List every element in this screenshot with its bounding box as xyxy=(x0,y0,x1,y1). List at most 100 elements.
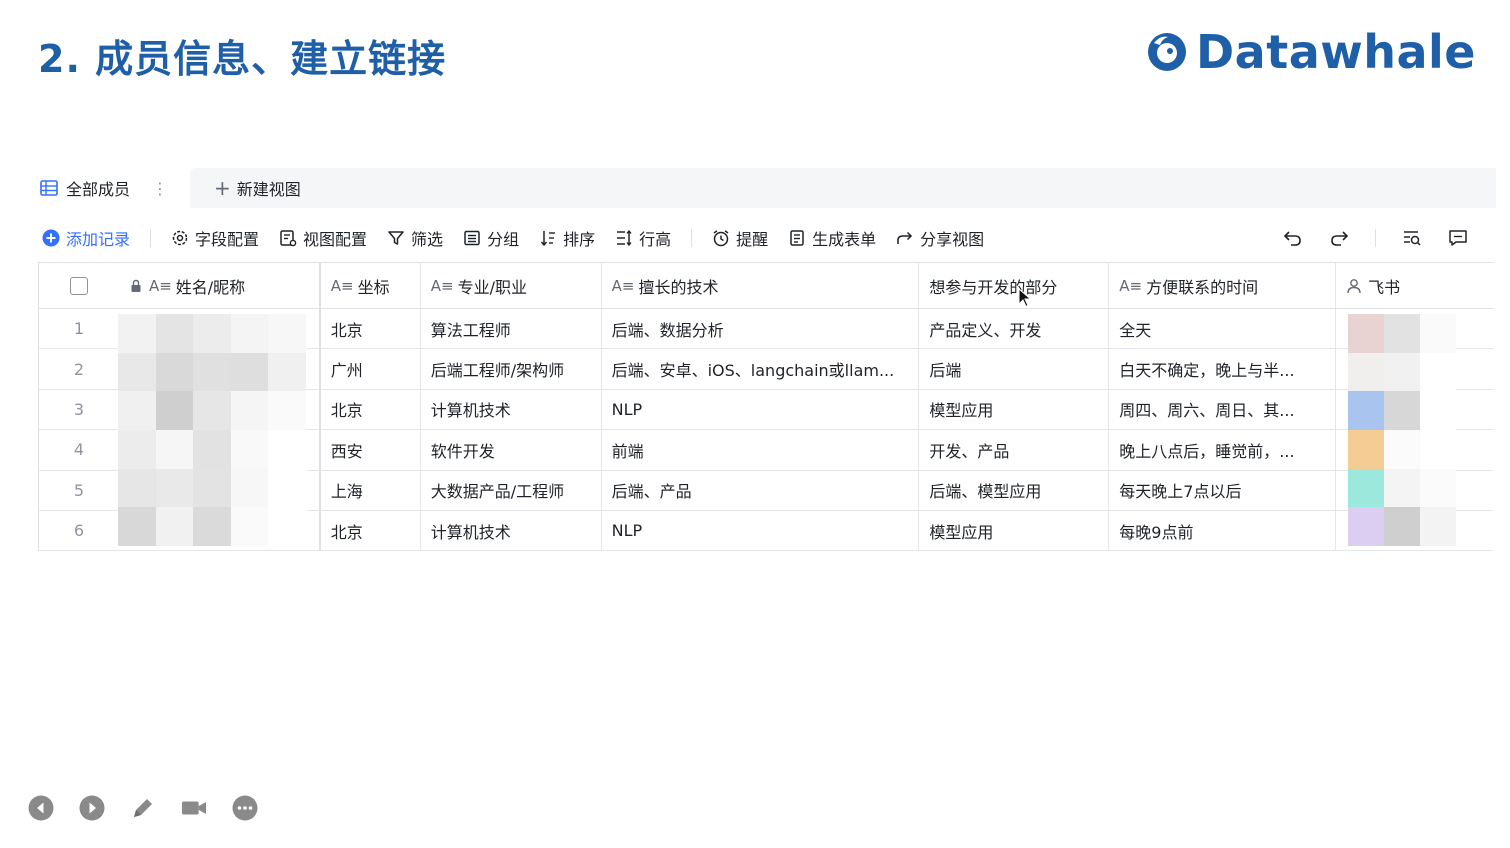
tech-cell[interactable]: 前端 xyxy=(602,430,920,470)
table-header-row: A≡ 姓名/昵称 A≡ 坐标 A≡ 专业/职业 A≡ 擅长的技术 想参与开发的部… xyxy=(39,263,1494,309)
camera-icon[interactable] xyxy=(181,795,207,821)
location-cell[interactable]: 北京 xyxy=(321,389,421,430)
add-circle-icon xyxy=(42,229,60,247)
time-cell[interactable]: 周四、周六、周日、其... xyxy=(1109,389,1337,430)
add-record-label: 添加记录 xyxy=(66,230,131,249)
new-view-button[interactable]: 新建视图 xyxy=(237,176,301,200)
toolbar: 添加记录 字段配置 视图配置 筛选 分组 排序 行高 提醒 生成表单 分享视图 xyxy=(36,222,1496,254)
view-strip: + 新建视图 xyxy=(190,168,1496,208)
share-view-label: 分享视图 xyxy=(920,230,985,249)
text-field-icon: A≡ xyxy=(1119,276,1143,295)
blurred-avatars-mosaic xyxy=(1348,314,1456,546)
column-header-part[interactable]: 想参与开发的部分 xyxy=(919,263,1110,308)
alarm-clock-icon xyxy=(713,230,729,247)
select-all-checkbox[interactable] xyxy=(69,276,88,295)
view-tab-label: 全部成员 xyxy=(66,180,131,199)
filter-label: 筛选 xyxy=(411,230,444,249)
column-header-location[interactable]: A≡ 坐标 xyxy=(321,263,421,308)
view-config-icon xyxy=(280,230,297,247)
gear-icon xyxy=(172,230,188,246)
column-header-name[interactable]: A≡ 姓名/昵称 xyxy=(119,263,321,308)
time-cell[interactable]: 每天晚上7点以后 xyxy=(1109,470,1337,510)
part-cell[interactable]: 模型应用 xyxy=(919,510,1110,551)
slide-title: 2. 成员信息、建立链接 xyxy=(38,37,447,81)
time-cell[interactable]: 晚上八点后，睡觉前，... xyxy=(1109,430,1337,470)
row-index: 4 xyxy=(73,440,85,460)
tech-cell[interactable]: 后端、产品 xyxy=(602,470,920,510)
part-cell[interactable]: 模型应用 xyxy=(919,389,1110,430)
time-cell[interactable]: 每晚9点前 xyxy=(1109,510,1337,551)
location-cell[interactable]: 上海 xyxy=(321,470,421,510)
row-index: 6 xyxy=(73,521,85,541)
column-label: 飞书 xyxy=(1368,277,1401,297)
datawhale-logo: Datawhale xyxy=(1146,25,1477,79)
field-config-label: 字段配置 xyxy=(195,230,260,249)
person-icon xyxy=(1347,278,1361,293)
player-controls xyxy=(28,794,283,822)
column-header-job[interactable]: A≡ 专业/职业 xyxy=(421,263,602,308)
part-cell[interactable]: 后端、模型应用 xyxy=(919,470,1110,510)
job-cell[interactable]: 后端工程师/架构师 xyxy=(421,349,602,389)
generate-form-label: 生成表单 xyxy=(812,230,877,249)
column-label: 擅长的技术 xyxy=(638,277,719,297)
form-icon xyxy=(790,230,804,246)
column-label: 方便联系的时间 xyxy=(1146,277,1259,297)
part-cell[interactable]: 后端 xyxy=(919,349,1110,389)
view-tab-all-members[interactable]: 全部成员 xyxy=(36,168,134,208)
sort-label: 排序 xyxy=(563,230,596,249)
view-config-button[interactable]: 视图配置 xyxy=(279,226,367,250)
location-cell[interactable]: 西安 xyxy=(321,430,421,470)
column-label: 专业/职业 xyxy=(457,277,527,297)
row-height-icon xyxy=(617,229,632,247)
job-cell[interactable]: 大数据产品/工程师 xyxy=(421,470,602,510)
more-icon[interactable] xyxy=(232,795,258,821)
tech-cell[interactable]: NLP xyxy=(602,389,920,430)
part-cell[interactable]: 产品定义、开发 xyxy=(919,309,1110,349)
job-cell[interactable]: 计算机技术 xyxy=(421,510,602,551)
toolbar-right xyxy=(1257,222,1468,254)
job-cell[interactable]: 计算机技术 xyxy=(421,389,602,430)
add-record-button[interactable]: 添加记录 xyxy=(42,226,130,250)
row-index: 3 xyxy=(73,399,85,419)
blurred-names-mosaic xyxy=(118,314,306,546)
job-cell[interactable]: 算法工程师 xyxy=(421,309,602,349)
mouse-cursor-icon xyxy=(1018,288,1032,308)
search-records-icon[interactable] xyxy=(1402,229,1422,247)
view-config-label: 视图配置 xyxy=(303,230,368,249)
group-button[interactable]: 分组 xyxy=(463,226,519,250)
filter-icon xyxy=(388,231,404,245)
share-view-button[interactable]: 分享视图 xyxy=(896,226,984,250)
row-index: 5 xyxy=(73,480,85,500)
filter-button[interactable]: 筛选 xyxy=(387,226,443,250)
location-cell[interactable]: 北京 xyxy=(321,309,421,349)
job-cell[interactable]: 软件开发 xyxy=(421,430,602,470)
location-cell[interactable]: 北京 xyxy=(321,510,421,551)
column-header-feishu[interactable]: 飞书 xyxy=(1336,263,1494,308)
time-cell[interactable]: 白天不确定，晚上与半... xyxy=(1109,349,1337,389)
logo-text: Datawhale xyxy=(1196,25,1477,79)
pen-icon[interactable] xyxy=(130,795,156,821)
column-header-time[interactable]: A≡ 方便联系的时间 xyxy=(1109,263,1337,308)
row-height-button[interactable]: 行高 xyxy=(615,226,671,250)
generate-form-button[interactable]: 生成表单 xyxy=(788,226,876,250)
tech-cell[interactable]: 后端、数据分析 xyxy=(602,309,920,349)
location-cell[interactable]: 广州 xyxy=(321,349,421,389)
play-icon[interactable] xyxy=(79,795,105,821)
tech-cell[interactable]: 后端、安卓、iOS、langchain或llam... xyxy=(602,349,920,389)
sort-button[interactable]: 排序 xyxy=(539,226,595,250)
redo-icon[interactable] xyxy=(1329,229,1349,247)
group-icon xyxy=(464,230,480,246)
comment-icon[interactable] xyxy=(1448,229,1468,247)
column-header-tech[interactable]: A≡ 擅长的技术 xyxy=(602,263,920,308)
reminder-button[interactable]: 提醒 xyxy=(712,226,768,250)
grid-view-icon xyxy=(40,180,58,196)
part-cell[interactable]: 开发、产品 xyxy=(919,430,1110,470)
field-config-button[interactable]: 字段配置 xyxy=(171,226,259,250)
time-cell[interactable]: 全天 xyxy=(1109,309,1337,349)
view-more-icon[interactable]: ⋮ xyxy=(152,179,168,198)
undo-icon[interactable] xyxy=(1283,229,1303,247)
text-field-icon: A≡ xyxy=(330,276,354,295)
prev-icon[interactable] xyxy=(28,795,54,821)
tech-cell[interactable]: NLP xyxy=(602,510,920,551)
column-label: 想参与开发的部分 xyxy=(929,277,1058,297)
